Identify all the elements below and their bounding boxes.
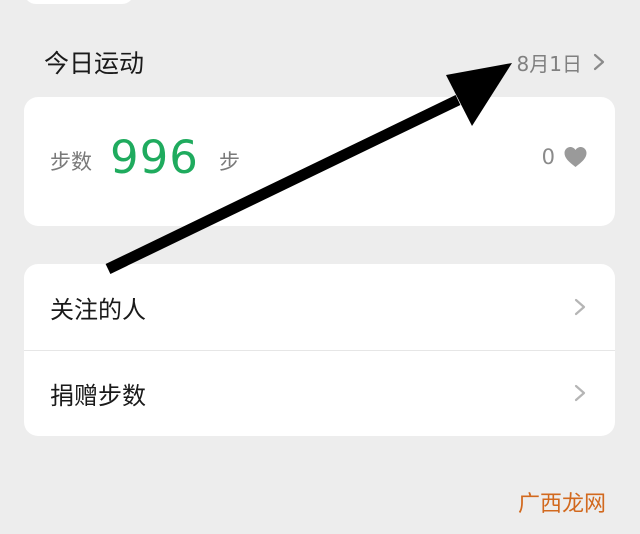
steps-value: 996	[110, 131, 199, 184]
menu-item-donate-steps[interactable]: 捐赠步数	[24, 350, 615, 436]
section-header: 今日运动 8月1日	[44, 40, 606, 84]
chevron-right-icon	[574, 384, 586, 402]
chevron-right-icon	[593, 53, 605, 71]
like-button[interactable]: 0	[542, 145, 588, 169]
previous-card-edge	[24, 0, 134, 4]
menu-card: 关注的人 捐赠步数	[24, 264, 615, 436]
likes-count: 0	[541, 145, 555, 169]
date-label: 8月1日	[516, 51, 582, 76]
steps-label: 步数	[50, 150, 92, 174]
steps-unit: 步	[219, 150, 240, 174]
menu-item-label: 关注的人	[50, 295, 146, 324]
section-title: 今日运动	[44, 49, 145, 78]
menu-item-label: 捐赠步数	[50, 381, 146, 410]
watermark: 广西龙网	[517, 492, 606, 517]
steps-card[interactable]: 步数 996 步 0	[24, 97, 615, 226]
menu-item-following[interactable]: 关注的人	[24, 264, 615, 350]
date-selector[interactable]: 8月1日	[517, 48, 606, 77]
chevron-right-icon	[574, 298, 586, 316]
heart-icon	[564, 147, 587, 167]
